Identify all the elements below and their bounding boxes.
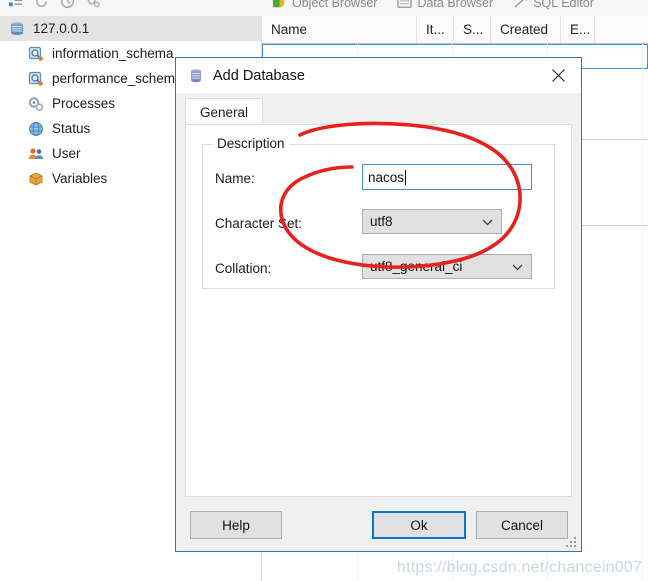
close-button[interactable]: [535, 58, 581, 93]
users-icon: [28, 147, 44, 159]
column-header-size[interactable]: S...: [454, 16, 491, 43]
server-icon: [11, 21, 23, 35]
object-browser-icon: [272, 0, 285, 8]
toolbar-mode-tabs: Object Browser Data Browser SQL Editor: [272, 0, 594, 10]
toolbar-tab-label: SQL Editor: [533, 0, 594, 10]
database-icon: [191, 68, 201, 82]
toolbar-tab-object-browser[interactable]: Object Browser: [272, 0, 377, 10]
close-icon: [551, 69, 565, 82]
clock-icon[interactable]: [60, 0, 75, 9]
tab-general[interactable]: General: [185, 98, 264, 125]
collation-select[interactable]: utf8_general_ci: [362, 254, 532, 279]
column-header-label: S...: [463, 22, 484, 37]
name-input-value: nacos: [368, 169, 405, 185]
help-button-label: Help: [222, 517, 250, 533]
status-globe-icon: [29, 121, 43, 136]
groupbox-legend: Description: [213, 136, 289, 151]
tree-item-label: information_schema: [52, 46, 174, 61]
column-header-label: It...: [426, 22, 445, 37]
name-label: Name:: [215, 171, 255, 186]
character-set-label: Character Set:: [215, 216, 303, 231]
dialog-tab-panel: Description Name: nacos Character Set: u…: [185, 124, 572, 497]
add-database-dialog: Add Database General Description Name: n…: [175, 57, 582, 552]
schema-icon: [28, 46, 43, 61]
description-groupbox: Description Name: nacos Character Set: u…: [202, 136, 555, 289]
dialog-title-bar[interactable]: Add Database: [176, 58, 581, 93]
list-column-separator: [642, 44, 643, 581]
tab-label: General: [200, 104, 249, 120]
character-set-select[interactable]: utf8: [362, 209, 502, 234]
column-header-label: Created: [500, 22, 549, 37]
data-browser-icon: [397, 0, 413, 8]
column-header-label: Name: [271, 22, 308, 37]
ok-button[interactable]: Ok: [372, 511, 466, 539]
column-header-engine[interactable]: E...: [561, 16, 595, 43]
toolbar-tab-sql-editor[interactable]: SQL Editor: [513, 0, 594, 10]
variables-box-icon: [29, 171, 43, 186]
resize-grip-icon[interactable]: [566, 537, 577, 548]
sql-editor-icon: [514, 0, 527, 8]
main-toolbar: Object Browser Data Browser SQL Editor: [0, 0, 648, 16]
column-header-items[interactable]: It...: [417, 16, 454, 43]
watermark-text: https://blog.csdn.net/chancein007: [397, 559, 642, 576]
application-window: Object Browser Data Browser SQL Editor 1…: [0, 0, 648, 581]
tree-item-label: Status: [52, 121, 91, 136]
refresh-icon[interactable]: [34, 0, 49, 9]
cancel-button[interactable]: Cancel: [476, 511, 568, 539]
chevron-down-icon: [482, 219, 493, 225]
collation-value: utf8_general_ci: [370, 259, 463, 274]
column-header-created[interactable]: Created: [491, 16, 561, 43]
tree-item-server[interactable]: 127.0.0.1: [0, 16, 261, 41]
collation-label: Collation:: [215, 261, 272, 276]
text-caret: [405, 169, 407, 185]
dialog-title: Add Database: [213, 67, 305, 84]
column-header-label: E...: [570, 22, 591, 37]
chevron-down-icon: [512, 264, 523, 270]
help-button[interactable]: Help: [190, 511, 282, 539]
dialog-tabstrip: General: [185, 98, 572, 125]
tree-item-label: User: [52, 146, 81, 161]
cancel-button-label: Cancel: [500, 517, 544, 533]
character-set-value: utf8: [370, 214, 393, 229]
ok-button-label: Ok: [410, 517, 428, 533]
tree-item-label: Processes: [52, 96, 116, 111]
tree-item-label: performance_schema: [52, 71, 183, 86]
dialog-body: General Description Name: nacos Characte…: [176, 93, 581, 551]
toolbar-left-icon-group: [8, 0, 101, 9]
toolbar-tab-label: Data Browser: [417, 0, 494, 10]
gears-icon[interactable]: [86, 0, 101, 9]
tree-item-label: Variables: [52, 171, 108, 186]
list-column-header: Name It... S... Created E...: [262, 16, 648, 44]
name-input[interactable]: nacos: [362, 164, 532, 190]
schema-icon: [28, 71, 43, 86]
grid-icon[interactable]: [8, 0, 23, 9]
toolbar-tab-data-browser[interactable]: Data Browser: [397, 0, 493, 10]
processes-icon: [28, 96, 44, 111]
toolbar-tab-label: Object Browser: [292, 0, 378, 10]
column-header-name[interactable]: Name: [262, 16, 417, 43]
tree-item-label: 127.0.0.1: [33, 21, 90, 36]
